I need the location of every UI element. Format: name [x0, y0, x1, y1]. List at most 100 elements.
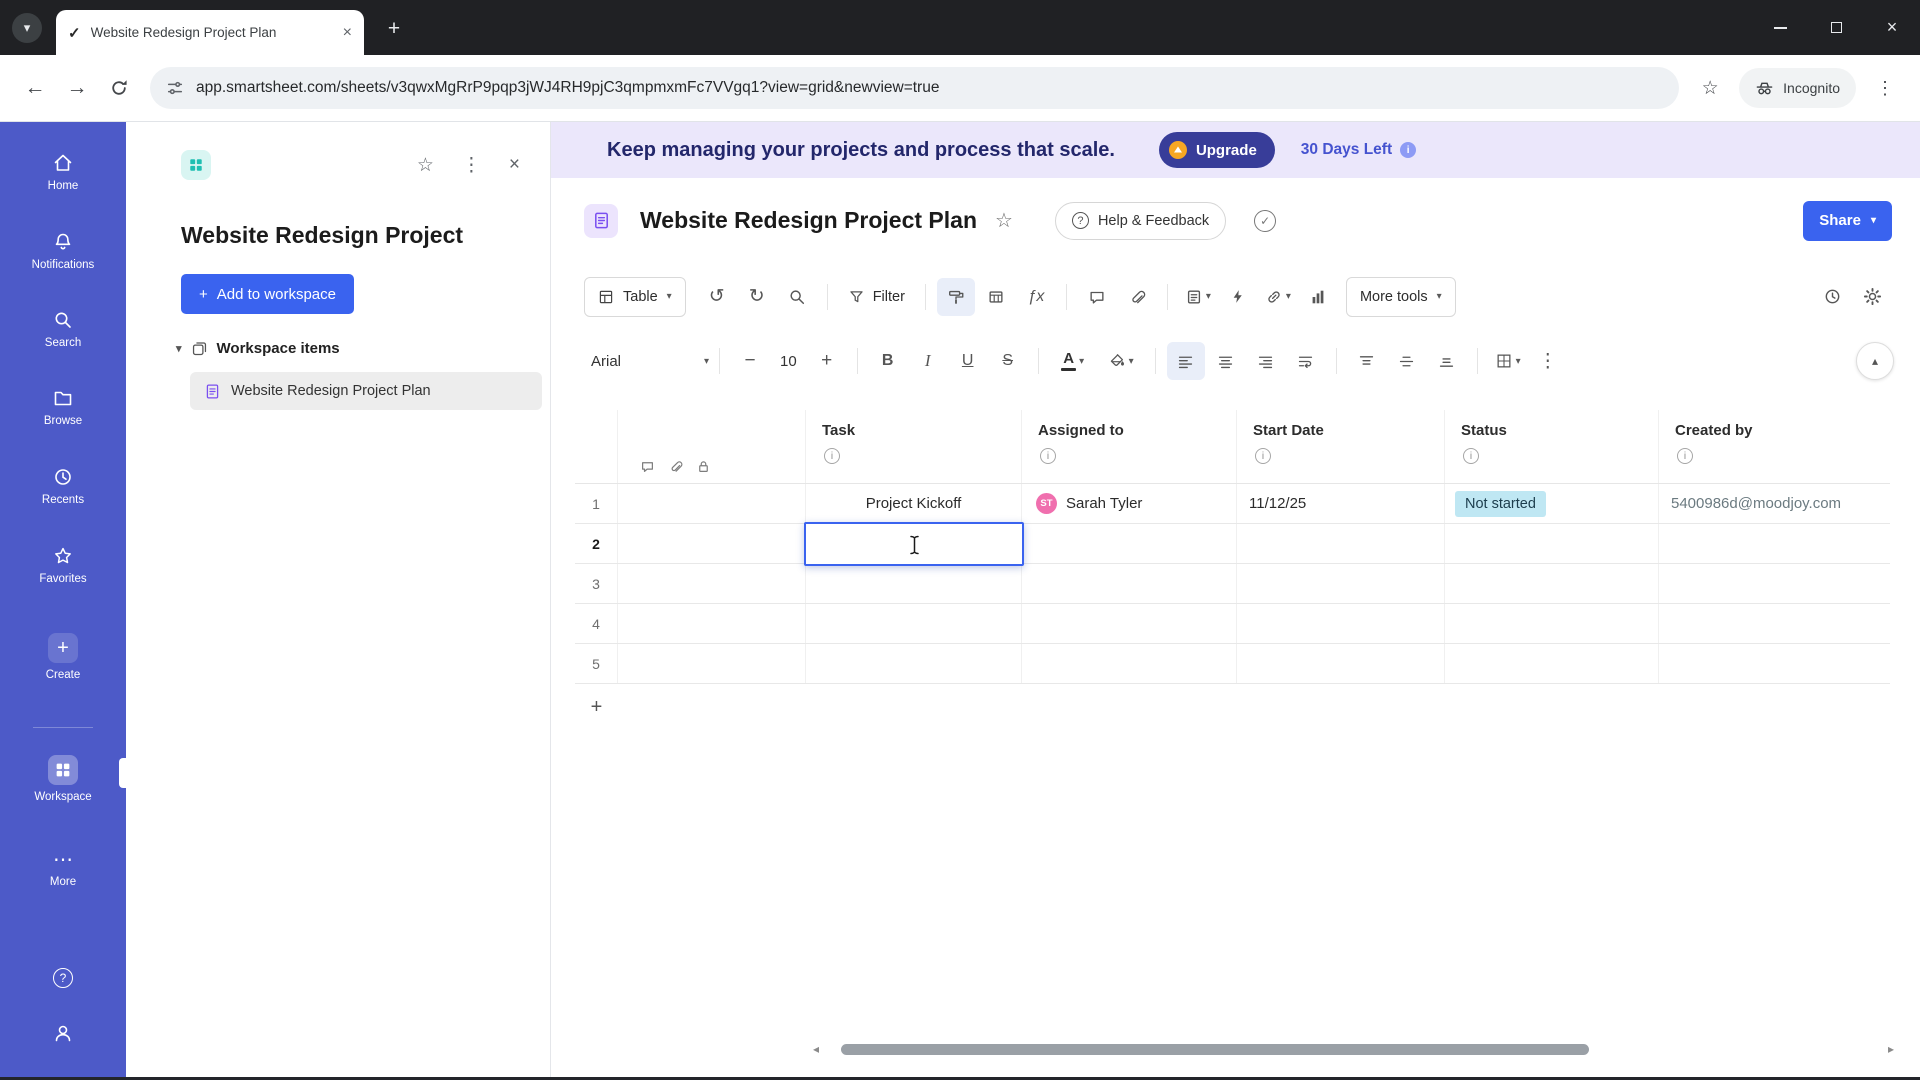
cell-row-actions[interactable] — [618, 604, 806, 643]
font-family-select[interactable]: Arial ▾ — [591, 353, 709, 370]
align-right-button[interactable] — [1247, 342, 1285, 380]
sidebar-item-notifications[interactable]: Notifications — [0, 231, 126, 271]
sidebar-item-more[interactable]: ⋯ More — [0, 848, 126, 889]
cell-created-by[interactable]: 5400986d@moodjoy.com — [1659, 484, 1890, 523]
row-number[interactable]: 2 — [575, 524, 618, 563]
url-bar[interactable]: app.smartsheet.com/sheets/v3qwxMgRrP9pqp… — [150, 67, 1680, 109]
sidebar-item-home[interactable]: Home — [0, 152, 126, 192]
cell-task[interactable]: Project Kickoff — [806, 484, 1022, 523]
column-info-icon[interactable]: i — [1677, 448, 1693, 464]
activity-log-button[interactable] — [1813, 278, 1851, 316]
cell-status[interactable] — [1445, 524, 1659, 563]
scroll-left-icon[interactable]: ◂ — [813, 1042, 819, 1056]
borders-button[interactable]: ▾ — [1489, 342, 1527, 380]
underline-button[interactable]: U — [949, 342, 987, 380]
view-selector-button[interactable]: Table ▾ — [584, 276, 686, 317]
cell-start-date[interactable]: 11/12/25 — [1237, 484, 1445, 523]
favorite-star-icon[interactable]: ☆ — [417, 154, 434, 177]
decrease-font-button[interactable]: − — [731, 342, 769, 380]
panel-close-icon[interactable]: × — [509, 154, 520, 176]
attachment-button[interactable] — [1118, 278, 1156, 316]
cell-task[interactable] — [806, 644, 1022, 683]
collapse-toolbar-button[interactable]: ▴ — [1856, 342, 1894, 380]
cell-status[interactable] — [1445, 564, 1659, 603]
cell-task[interactable] — [806, 604, 1022, 643]
integrations-button[interactable]: ▾ — [1259, 278, 1297, 316]
paint-format-button[interactable] — [936, 277, 975, 316]
row-number[interactable]: 4 — [575, 604, 618, 643]
scroll-right-icon[interactable]: ▸ — [1888, 1042, 1894, 1056]
increase-font-button[interactable]: + — [808, 342, 846, 380]
comment-button[interactable] — [1078, 278, 1116, 316]
cell-start-date[interactable] — [1237, 644, 1445, 683]
automation-button[interactable] — [1219, 278, 1257, 316]
workspace-items-section[interactable]: ▾ Workspace items — [176, 340, 340, 357]
sidebar-item-create[interactable]: + Create — [0, 633, 126, 681]
redo-button[interactable]: ↻ — [738, 278, 776, 316]
chart-button[interactable] — [1299, 278, 1337, 316]
scrollbar-track[interactable] — [827, 1043, 1880, 1055]
column-header-status[interactable]: Status i — [1445, 410, 1659, 483]
align-center-button[interactable] — [1207, 342, 1245, 380]
column-header-start-date[interactable]: Start Date i — [1237, 410, 1445, 483]
site-info-icon[interactable] — [166, 79, 184, 97]
wrap-text-button[interactable] — [1287, 342, 1325, 380]
cell-status[interactable] — [1445, 644, 1659, 683]
cell-created-by[interactable] — [1659, 564, 1890, 603]
cell-merge-button[interactable] — [977, 278, 1015, 316]
cell-created-by[interactable] — [1659, 524, 1890, 563]
cell-assigned-to[interactable] — [1022, 564, 1237, 603]
row-number[interactable]: 5 — [575, 644, 618, 683]
add-to-workspace-button[interactable]: + Add to workspace — [181, 274, 354, 314]
column-info-icon[interactable]: i — [1255, 448, 1271, 464]
row-action-column-header[interactable] — [618, 410, 806, 483]
fill-color-button[interactable]: ▾ — [1098, 342, 1144, 380]
column-info-icon[interactable]: i — [824, 448, 840, 464]
cell-row-actions[interactable] — [618, 644, 806, 683]
filter-button[interactable]: Filter — [838, 278, 915, 316]
valign-bottom-button[interactable] — [1428, 342, 1466, 380]
format-more-button[interactable]: ⋮ — [1529, 342, 1567, 380]
column-header-assigned-to[interactable]: Assigned to i — [1022, 410, 1237, 483]
row-number[interactable]: 3 — [575, 564, 618, 603]
sidebar-account-button[interactable] — [0, 1022, 126, 1044]
cell-created-by[interactable] — [1659, 644, 1890, 683]
cell-row-actions[interactable] — [618, 484, 806, 523]
row-number[interactable]: 1 — [575, 484, 618, 523]
cell-assigned-to[interactable] — [1022, 604, 1237, 643]
valign-middle-button[interactable] — [1388, 342, 1426, 380]
tab-close-icon[interactable]: × — [343, 24, 352, 42]
font-size-value[interactable]: 10 — [780, 353, 797, 370]
strikethrough-button[interactable]: S — [989, 342, 1027, 380]
cell-start-date[interactable] — [1237, 564, 1445, 603]
share-button[interactable]: Share ▾ — [1803, 200, 1892, 241]
minimize-button[interactable] — [1752, 0, 1808, 55]
upgrade-button[interactable]: Upgrade — [1158, 132, 1275, 168]
maximize-button[interactable] — [1808, 0, 1864, 55]
undo-button[interactable]: ↺ — [698, 278, 736, 316]
cell-row-actions[interactable] — [618, 524, 806, 563]
back-button[interactable]: ← — [14, 67, 56, 109]
sidebar-item-favorites[interactable]: Favorites — [0, 545, 126, 585]
cell-status[interactable] — [1445, 604, 1659, 643]
more-tools-button[interactable]: More tools ▾ — [1345, 276, 1456, 317]
bookmark-star-icon[interactable]: ☆ — [1689, 67, 1731, 109]
browser-menu-icon[interactable]: ⋮ — [1864, 67, 1906, 109]
column-info-icon[interactable]: i — [1463, 448, 1479, 464]
row-number-header[interactable] — [575, 410, 618, 483]
tab-search-button[interactable]: ▾ — [12, 13, 42, 43]
settings-button[interactable] — [1853, 278, 1891, 316]
formula-button[interactable]: ƒx — [1017, 278, 1055, 316]
cell-task[interactable] — [806, 564, 1022, 603]
column-header-created-by[interactable]: Created by i — [1659, 410, 1890, 483]
forward-button[interactable]: → — [56, 67, 98, 109]
cell-status[interactable]: Not started — [1445, 484, 1659, 523]
column-header-task[interactable]: Task i — [806, 410, 1022, 483]
active-cell-editor[interactable] — [804, 522, 1024, 566]
column-info-icon[interactable]: i — [1040, 448, 1056, 464]
cell-created-by[interactable] — [1659, 604, 1890, 643]
document-options-button[interactable]: ▾ — [1179, 278, 1217, 316]
close-window-button[interactable]: × — [1864, 0, 1920, 55]
browser-tab[interactable]: ✓ Website Redesign Project Plan × — [56, 10, 364, 55]
search-button[interactable] — [778, 278, 816, 316]
